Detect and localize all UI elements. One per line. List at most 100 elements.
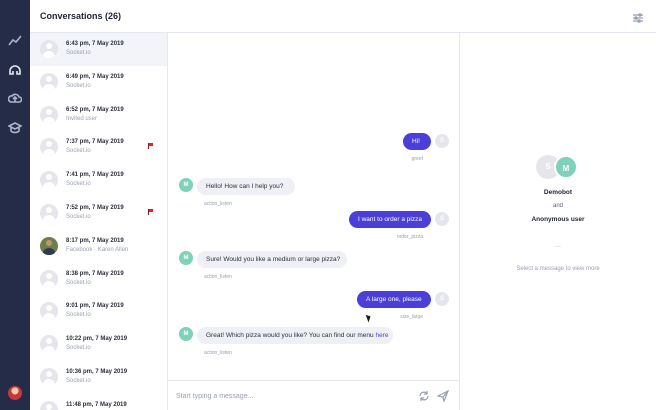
intent-label[interactable]: order_pizza bbox=[397, 234, 423, 240]
header: Conversations (26) bbox=[30, 0, 656, 33]
flag-icon[interactable] bbox=[148, 143, 153, 150]
conversation-item[interactable]: 10:22 pm, 7 May 2019 Socket.io bbox=[30, 328, 167, 361]
conversation-list: 6:43 pm, 7 May 2019 Socket.io 6:49 pm, 7 M… bbox=[30, 33, 168, 410]
avatar bbox=[40, 400, 58, 410]
training-icon[interactable] bbox=[7, 120, 23, 136]
source-label: Socket.io bbox=[66, 181, 91, 188]
avatar bbox=[40, 138, 58, 157]
conversation-source: Socket.io bbox=[66, 83, 91, 89]
conversation-source: Socket.io bbox=[66, 50, 91, 56]
conversation-source: Invited user bbox=[66, 116, 97, 122]
conversation-item[interactable]: 6:49 pm, 7 May 2019 Socket.io bbox=[30, 66, 167, 99]
empty-hint: Select a message to view more bbox=[516, 266, 600, 272]
menu-link[interactable]: here bbox=[375, 332, 388, 339]
conversation-source: Socket.io bbox=[66, 280, 91, 286]
avatar bbox=[40, 203, 58, 222]
conversation-source: Socket.io bbox=[66, 378, 91, 384]
refresh-icon[interactable] bbox=[418, 389, 430, 401]
deploy-icon[interactable] bbox=[7, 91, 23, 107]
source-label: Socket.io bbox=[66, 50, 91, 56]
avatar bbox=[40, 105, 58, 124]
filter-icon[interactable] bbox=[632, 11, 644, 23]
avatar bbox=[40, 269, 58, 288]
source-label: Socket.io bbox=[66, 82, 91, 89]
source-label: Socket.io bbox=[66, 377, 91, 384]
details-panel: S M Demobot and Anonymous user — Select … bbox=[460, 33, 656, 410]
source-label: Socket.io bbox=[66, 312, 91, 319]
send-icon[interactable] bbox=[436, 389, 450, 403]
conversation-source: Socket.io bbox=[66, 345, 91, 351]
analytics-icon[interactable] bbox=[7, 33, 23, 49]
flag-icon[interactable] bbox=[148, 208, 153, 215]
composer bbox=[168, 380, 459, 410]
conversation-item[interactable]: 6:43 pm, 7 May 2019 Socket.io bbox=[30, 33, 167, 66]
conversation-source: Socket.io bbox=[66, 312, 91, 318]
avatar bbox=[40, 40, 58, 58]
user-avatar-small: S bbox=[435, 134, 449, 148]
conversation-source: Socket.io bbox=[66, 214, 91, 220]
user-message-bubble[interactable]: Hi! bbox=[403, 133, 431, 150]
conversation-item[interactable]: 11:48 pm, 7 May 2019Socket.io bbox=[30, 394, 167, 410]
intent-label[interactable]: action_listen bbox=[204, 274, 232, 280]
user-avatar[interactable] bbox=[8, 386, 22, 400]
conversation-item[interactable]: 8:38 pm, 7 May 2019 Socket.io bbox=[30, 263, 167, 296]
bot-message-bubble[interactable]: Great! Which pizza would you like? You c… bbox=[197, 327, 393, 344]
conversation-item[interactable]: 10:36 pm, 7 May 2019 Socket.io bbox=[30, 361, 167, 394]
conversation-time: 8:38 pm, 7 May 2019 bbox=[66, 270, 124, 277]
bot-avatar-small: M bbox=[179, 327, 193, 341]
conversation-time: 7:41 pm, 7 May 2019 bbox=[66, 172, 124, 179]
conversation-item[interactable]: 8:17 pm, 7 May 2019 Facebook · Karen Alle… bbox=[30, 230, 167, 263]
user-avatar-small: S bbox=[435, 292, 449, 306]
intent-label[interactable]: size_large bbox=[400, 314, 423, 320]
conversation-time: 11:48 pm, 7 May 2019 bbox=[66, 401, 127, 408]
chat-panel: S Hi! greet M Hello! How can I help you? acti… bbox=[168, 33, 460, 410]
user-message-bubble[interactable]: I want to order a pizza bbox=[349, 211, 431, 228]
avatar bbox=[40, 335, 58, 354]
nav-rail bbox=[0, 0, 30, 410]
bot-message-bubble[interactable]: Hello! How can I help you? bbox=[197, 178, 295, 195]
conversation-item[interactable]: 6:52 pm, 7 May 2019 Invited user bbox=[30, 99, 167, 132]
user-label: Karen Allen bbox=[97, 246, 129, 253]
source-label: Socket.io bbox=[66, 279, 91, 286]
conversations-icon[interactable] bbox=[7, 62, 23, 78]
message-text: I want to order a pizza bbox=[358, 216, 422, 223]
conversation-item[interactable]: 9:01 pm, 7 May 2019 Socket.io bbox=[30, 295, 167, 328]
message-text: Hello! How can I help you? bbox=[206, 183, 284, 190]
conversation-source: Facebook · Karen Allen bbox=[66, 247, 128, 253]
conversation-time: 7:52 pm, 7 May 2019 bbox=[66, 204, 124, 211]
conversation-time: 9:01 pm, 7 May 2019 bbox=[66, 303, 124, 310]
avatar bbox=[40, 236, 58, 255]
conversation-source: Socket.io bbox=[66, 148, 91, 154]
bot-message-bubble[interactable]: Sure! Would you like a medium or large p… bbox=[197, 251, 347, 268]
bot-avatar-small: M bbox=[179, 178, 193, 192]
conversation-item[interactable]: 7:52 pm, 7 May 2019 Socket.io bbox=[30, 197, 167, 230]
source-label: Socket.io bbox=[66, 148, 91, 155]
page-title: Conversations (26) bbox=[40, 11, 122, 21]
intent-label[interactable]: greet bbox=[412, 156, 423, 162]
conversation-source: Socket.io bbox=[66, 181, 91, 187]
intent-label[interactable]: action_listen bbox=[204, 350, 232, 356]
message-input[interactable] bbox=[176, 389, 406, 403]
intent-label[interactable]: action_listen bbox=[204, 201, 232, 207]
source-label: Invited user bbox=[66, 115, 98, 122]
user-name: Anonymous user bbox=[531, 216, 585, 223]
message-text: Hi! bbox=[412, 138, 420, 145]
source-label: Socket.io bbox=[66, 213, 91, 220]
conversation-time: 10:36 pm, 7 May 2019 bbox=[66, 368, 128, 375]
and-label: and bbox=[552, 203, 563, 209]
conversation-item[interactable]: 7:41 pm, 7 May 2019 Socket.io bbox=[30, 164, 167, 197]
avatar bbox=[40, 367, 58, 386]
conversation-time: 6:52 pm, 7 May 2019 bbox=[66, 106, 124, 113]
avatar bbox=[40, 171, 58, 190]
divider: — bbox=[555, 244, 561, 250]
message-text: Great! Which pizza would you like? You c… bbox=[206, 332, 376, 339]
avatar bbox=[40, 302, 58, 321]
conversation-time: 7:37 pm, 7 May 2019 bbox=[66, 139, 124, 146]
user-message-bubble[interactable]: A large one, please bbox=[357, 291, 431, 308]
bot-avatar-small: M bbox=[179, 251, 193, 265]
conversation-time: 8:17 pm, 7 May 2019 bbox=[66, 237, 124, 244]
conversation-time: 6:43 pm, 7 May 2019 bbox=[66, 41, 124, 47]
avatar bbox=[40, 72, 58, 91]
source-label: Socket.io bbox=[66, 345, 91, 352]
conversation-item[interactable]: 7:37 pm, 7 May 2019 Socket.io bbox=[30, 131, 167, 164]
